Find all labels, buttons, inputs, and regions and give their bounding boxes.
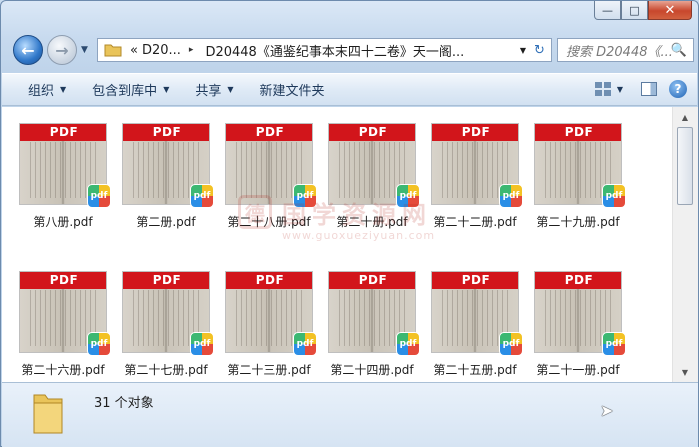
organize-menu[interactable]: 组织 ▼	[28, 80, 66, 99]
pdf-app-icon: pdf	[87, 184, 111, 208]
pdf-app-icon: pdf	[396, 332, 420, 356]
item-count: 31 个对象	[94, 396, 154, 411]
file-item[interactable]: PDF pdf 第八册.pdf	[19, 123, 115, 253]
pdf-label: PDF	[226, 272, 312, 289]
new-folder-label: 新建文件夹	[259, 84, 325, 99]
watermark-logo: 德	[238, 195, 272, 229]
pdf-app-icon: pdf	[499, 184, 523, 208]
file-item[interactable]: PDF pdf 第二十七册.pdf	[122, 271, 218, 382]
change-view-icon[interactable]	[594, 82, 611, 96]
pdf-app-icon: pdf	[602, 332, 626, 356]
close-button[interactable]: ✕	[648, 1, 692, 20]
back-button[interactable]: ←	[13, 35, 43, 65]
pdf-label: PDF	[20, 272, 106, 289]
watermark-title: 国学资源网	[282, 201, 432, 229]
folder-icon	[104, 44, 122, 57]
breadcrumb-segment-1[interactable]: D20...	[142, 43, 181, 58]
pdf-app-icon: pdf	[293, 332, 317, 356]
new-folder-button[interactable]: 新建文件夹	[260, 80, 325, 99]
command-bar: 组织 ▼ 包含到库中 ▼ 共享 ▼ 新建文件夹 ▼ ?	[2, 73, 697, 106]
file-name: 第二十六册.pdf	[21, 363, 105, 377]
pdf-app-icon: pdf	[190, 332, 214, 356]
file-item[interactable]: PDF pdf 第二十四册.pdf	[328, 271, 424, 382]
chevron-down-icon: ▼	[163, 85, 170, 94]
refresh-icon: ↻	[534, 42, 545, 58]
pdf-app-icon: pdf	[499, 332, 523, 356]
pdf-label: PDF	[226, 124, 312, 141]
file-item[interactable]: PDF pdf 第二十五册.pdf	[431, 271, 527, 382]
address-row: ← → ▼ « D20... ▸ D20448《通鉴纪事本末四十二卷》天一阁..…	[9, 35, 694, 67]
minimize-button[interactable]: —	[594, 1, 621, 20]
toolbar-right: ▼ ?	[594, 80, 687, 98]
scrollbar-thumb[interactable]	[677, 127, 693, 205]
file-item[interactable]: PDF pdf 第二十九册.pdf	[534, 123, 630, 253]
explorer-window: — □ ✕ ← → ▼ « D20... ▸ D20448《通鉴纪事本末四十二卷…	[0, 0, 699, 447]
file-view[interactable]: PDF pdf 第二十一册.pdf PDF pdf 第二十五册.pdf PDF pdf 第二十四…	[2, 107, 672, 382]
recent-pages-dropdown[interactable]: ▼	[81, 45, 88, 55]
pdf-label: PDF	[123, 272, 209, 289]
pdf-label: PDF	[535, 124, 621, 141]
file-name: 第二十七册.pdf	[124, 363, 208, 377]
share-menu[interactable]: 共享 ▼	[195, 80, 233, 99]
file-item[interactable]: PDF pdf 第二十六册.pdf	[19, 271, 115, 382]
arrow-left-icon: ←	[21, 40, 35, 60]
file-name: 第二十五册.pdf	[433, 363, 517, 377]
chevron-down-icon: ▼	[60, 85, 67, 94]
pdf-app-icon: pdf	[190, 184, 214, 208]
organize-label: 组织	[28, 84, 55, 99]
file-name: 第二册.pdf	[136, 215, 196, 229]
search-placeholder: 搜索 D20448《...	[566, 44, 673, 60]
address-bar[interactable]: « D20... ▸ D20448《通鉴纪事本末四十二卷》天一阁... ▼	[97, 38, 533, 62]
file-name: 第二十三册.pdf	[227, 363, 311, 377]
file-name: 第二十九册.pdf	[536, 215, 620, 229]
pdf-label: PDF	[432, 272, 518, 289]
address-dropdown-icon[interactable]: ▼	[520, 46, 526, 55]
pdf-label: PDF	[329, 124, 415, 141]
file-name: 第八册.pdf	[33, 215, 93, 229]
pdf-label: PDF	[20, 124, 106, 141]
include-library-label: 包含到库中	[92, 84, 158, 99]
watermark-url: www.guoxueziyuan.com	[282, 229, 436, 242]
pdf-label: PDF	[432, 124, 518, 141]
details-pane: 31 个对象 ➤	[2, 382, 698, 447]
pdf-label: PDF	[123, 124, 209, 141]
share-label: 共享	[195, 84, 222, 99]
pdf-app-icon: pdf	[87, 332, 111, 356]
pdf-app-icon: pdf	[602, 184, 626, 208]
include-in-library-menu[interactable]: 包含到库中 ▼	[92, 80, 169, 99]
folder-icon	[33, 394, 63, 434]
file-item[interactable]: PDF pdf 第二十一册.pdf	[534, 271, 630, 382]
pdf-label: PDF	[535, 272, 621, 289]
breadcrumb-segment-2[interactable]: D20448《通鉴纪事本末四十二卷》天一阁...	[205, 41, 464, 60]
file-name: 第二十一册.pdf	[536, 363, 620, 377]
breadcrumb-prefix[interactable]: «	[130, 43, 138, 58]
arrow-right-icon: →	[55, 40, 69, 60]
scroll-down-icon[interactable]: ▼	[676, 364, 694, 380]
search-input[interactable]: 搜索 D20448《... 🔍	[557, 38, 694, 62]
preview-pane-icon[interactable]	[641, 82, 657, 96]
chevron-down-icon: ▼	[227, 85, 234, 94]
scroll-up-icon[interactable]: ▲	[676, 109, 694, 125]
view-options-dropdown[interactable]: ▼	[617, 85, 623, 94]
caption-buttons: — □ ✕	[594, 1, 692, 20]
refresh-button[interactable]: ↻	[528, 38, 552, 62]
file-name: 第二十四册.pdf	[330, 363, 414, 377]
breadcrumb-separator-icon[interactable]: ▸	[189, 45, 194, 55]
file-item[interactable]: PDF pdf 第二册.pdf	[122, 123, 218, 253]
vertical-scrollbar[interactable]: ▲ ▼	[672, 107, 698, 382]
pdf-label: PDF	[329, 272, 415, 289]
search-icon[interactable]: 🔍	[671, 43, 687, 58]
watermark: 德 国学资源网 www.guoxueziyuan.com	[238, 195, 448, 255]
forward-button[interactable]: →	[47, 35, 77, 65]
maximize-button[interactable]: □	[621, 1, 648, 20]
help-icon[interactable]: ?	[669, 80, 687, 98]
file-item[interactable]: PDF pdf 第二十三册.pdf	[225, 271, 321, 382]
mouse-cursor-icon: ➤	[600, 401, 614, 420]
